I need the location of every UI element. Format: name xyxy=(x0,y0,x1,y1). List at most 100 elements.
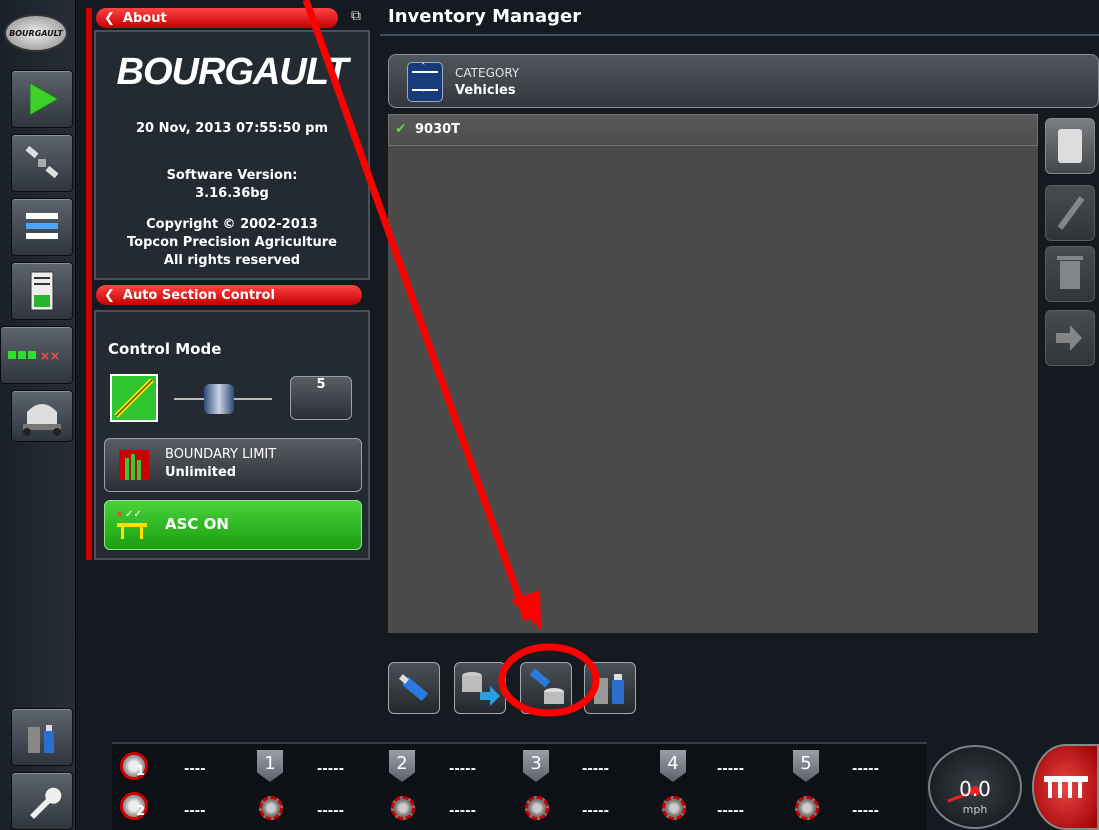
about-panel: BOURGAULT 20 Nov, 2013 07:55:50 pm Softw… xyxy=(94,30,370,280)
svg-text:✓✓: ✓✓ xyxy=(125,509,142,520)
asc-on-label: ASC ON xyxy=(165,515,229,533)
sections-icon: ×× xyxy=(7,349,60,363)
speed-unit: mph xyxy=(962,803,988,816)
usb-to-database-button[interactable] xyxy=(520,662,572,714)
boundary-icon xyxy=(119,450,149,480)
scroll-list-button[interactable] xyxy=(1045,118,1095,174)
asc-panel: Control Mode 5 BOUNDARY LIMIT Unlimited … xyxy=(94,310,370,560)
list-item-label: 9030T xyxy=(415,122,461,137)
settings-button[interactable] xyxy=(11,772,73,830)
asc-header-label: Auto Section Control xyxy=(122,287,275,303)
row2-first-value: ---- xyxy=(184,804,206,819)
section-3-icon: 3 xyxy=(523,750,549,782)
pencil-icon xyxy=(1057,196,1085,230)
delete-button[interactable] xyxy=(1045,246,1095,302)
section-gear-icon xyxy=(795,796,819,820)
section-gear-icon xyxy=(259,796,283,820)
row2-section-4-value: ----- xyxy=(717,804,744,819)
manage-usb-button[interactable] xyxy=(584,662,636,714)
list-item[interactable]: ✔ 9030T xyxy=(388,114,1038,146)
play-button[interactable] xyxy=(11,70,73,128)
boundary-limit-button[interactable]: BOUNDARY LIMIT Unlimited xyxy=(104,438,362,492)
usb-stick-icon xyxy=(399,674,429,702)
undock-icon[interactable]: ⧉ xyxy=(342,8,370,28)
about-header[interactable]: ❮ About xyxy=(96,8,338,28)
row2-section-1-value: ----- xyxy=(317,804,344,819)
page-title: Inventory Manager xyxy=(388,6,582,27)
trash-usb-icon xyxy=(594,674,624,704)
edit-button[interactable] xyxy=(1045,185,1095,241)
app-window: BOURGAULT ×× ❮ About ⧉ BOURGAULT 20 Nov,… xyxy=(0,0,1099,830)
mode-value-button[interactable]: 5 xyxy=(290,376,352,420)
asc-header[interactable]: ❮ Auto Section Control xyxy=(96,285,362,305)
list-view-button[interactable] xyxy=(11,198,73,256)
rights: All rights reserved xyxy=(163,253,301,268)
wrench-icon xyxy=(30,787,62,819)
brand-logo: BOURGAULT xyxy=(116,51,349,93)
usb-to-database-icon xyxy=(529,668,564,704)
scroll-list-icon xyxy=(1058,129,1082,163)
section-2-icon: 2 xyxy=(389,750,415,782)
control-mode-icon[interactable] xyxy=(110,374,158,422)
category-label: CATEGORY xyxy=(455,66,520,80)
row2-section-3-value: ----- xyxy=(582,804,609,819)
satellite-button[interactable] xyxy=(11,134,73,192)
usb-button[interactable] xyxy=(388,662,440,714)
category-scroll-icon: ˆ ˇ xyxy=(407,62,443,102)
section-gear-icon xyxy=(391,796,415,820)
usb-inventory-button[interactable] xyxy=(11,708,73,766)
cart-icon xyxy=(23,404,61,436)
bourgault-logo[interactable]: BOURGAULT xyxy=(4,14,68,52)
back-chevron-icon: ❮ xyxy=(104,287,115,303)
asc-on-button[interactable]: × ✓✓ ASC ON xyxy=(104,500,362,550)
chevron-up-icon: ˆ xyxy=(421,63,426,73)
asc-sections-icon: × ✓✓ xyxy=(115,509,147,539)
about-datetime: 20 Nov, 2013 07:55:50 pm xyxy=(135,121,329,136)
calculator-icon xyxy=(30,271,54,311)
title-divider xyxy=(380,34,1099,36)
row1-section-1-value: ----- xyxy=(317,762,344,777)
mode-slider[interactable] xyxy=(204,384,234,414)
software-version: 3.16.36bg xyxy=(195,186,269,201)
company-name: Topcon Precision Agriculture xyxy=(127,235,337,250)
back-chevron-icon: ❮ xyxy=(104,10,115,26)
category-value: Vehicles xyxy=(455,83,516,98)
svg-text:×: × xyxy=(115,509,123,520)
speed-value: 0.0 xyxy=(959,777,991,801)
boundary-limit-label: BOUNDARY LIMIT xyxy=(165,447,277,462)
row1-section-4-value: ----- xyxy=(717,762,744,777)
control-mode-label: Control Mode xyxy=(108,340,222,358)
speed-gauge: 0.0 mph xyxy=(928,745,1022,829)
chevron-down-icon: ˇ xyxy=(421,90,426,100)
asc-red-bar xyxy=(86,285,92,560)
row1-section-5-value: ----- xyxy=(852,762,879,777)
section-row-1-icon: 1 xyxy=(120,752,148,780)
implement-icon xyxy=(1044,776,1088,798)
section-gear-icon xyxy=(525,796,549,820)
row2-section-5-value: ----- xyxy=(852,804,879,819)
section-4-icon: 4 xyxy=(660,750,686,782)
row1-first-value: ---- xyxy=(184,762,206,777)
usb-inventory-icon xyxy=(28,725,54,753)
row2-section-2-value: ----- xyxy=(449,804,476,819)
import-to-usb-button[interactable] xyxy=(454,662,506,714)
check-icon: ✔ xyxy=(395,121,407,137)
field-path-icon xyxy=(114,378,154,418)
category-selector[interactable]: ˆ ˇ CATEGORY Vehicles xyxy=(388,54,1099,108)
boundary-limit-value: Unlimited xyxy=(165,465,237,480)
svg-text:××: ×× xyxy=(40,349,60,363)
row1-section-2-value: ----- xyxy=(449,762,476,777)
list-icon xyxy=(26,213,58,239)
section-row-2-icon: 2 xyxy=(120,792,148,820)
calculator-button[interactable] xyxy=(11,262,73,320)
database-to-usb-icon xyxy=(462,672,500,706)
row1-section-3-value: ----- xyxy=(582,762,609,777)
implement-master-button[interactable] xyxy=(1032,744,1099,830)
sections-button[interactable]: ×× xyxy=(0,326,73,384)
export-button[interactable] xyxy=(1045,310,1095,366)
left-sidebar: BOURGAULT ×× xyxy=(0,0,76,830)
about-header-label: About xyxy=(122,10,167,26)
play-icon xyxy=(29,82,60,116)
cart-button[interactable] xyxy=(11,390,73,442)
inventory-list: ✔ 9030T xyxy=(388,114,1038,633)
